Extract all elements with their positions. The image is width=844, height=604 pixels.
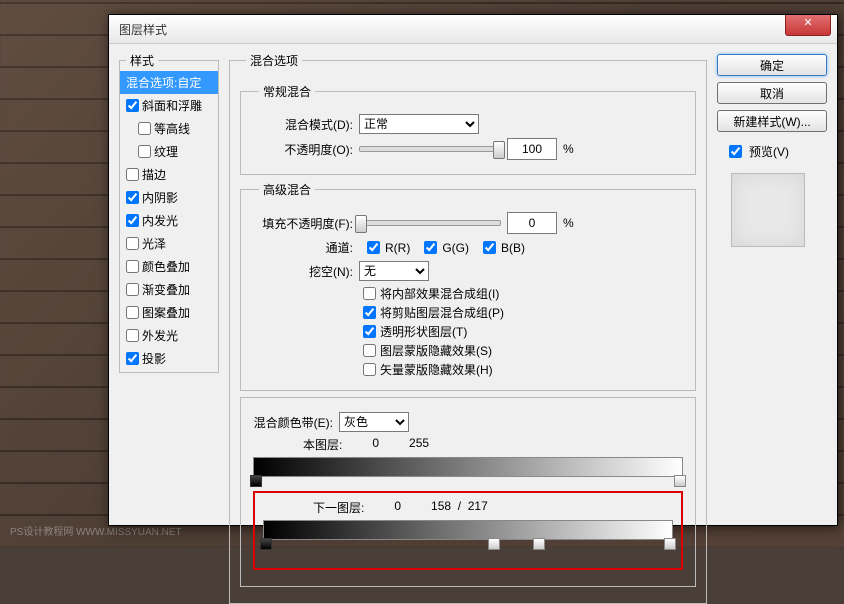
opacity-slider[interactable] xyxy=(359,146,501,152)
style-check-5[interactable] xyxy=(126,191,139,204)
fill-opacity-label: 填充不透明度(F): xyxy=(253,215,353,232)
this-layer-gradient[interactable] xyxy=(253,457,683,477)
new-style-button[interactable]: 新建样式(W)... xyxy=(717,110,827,132)
layer-style-dialog: 图层样式 ✕ 样式 混合选项:自定斜面和浮雕等高线纹理描边内阴影内发光光泽颜色叠… xyxy=(108,14,838,526)
adv-check-row-4: 矢量蒙版隐藏效果(H) xyxy=(363,361,683,378)
blend-mode-label: 混合模式(D): xyxy=(253,116,353,133)
dialog-title: 图层样式 xyxy=(119,21,167,38)
style-item-10[interactable]: 图案叠加 xyxy=(120,301,218,324)
styles-panel: 样式 混合选项:自定斜面和浮雕等高线纹理描边内阴影内发光光泽颜色叠加渐变叠加图案… xyxy=(119,52,219,518)
preview-swatch xyxy=(731,173,805,247)
adv-check-row-2: 透明形状图层(T) xyxy=(363,323,683,340)
style-check-2[interactable] xyxy=(138,122,151,135)
close-button[interactable]: ✕ xyxy=(785,15,831,36)
adv-check-3[interactable] xyxy=(363,344,376,357)
highlight-box: 下一图层: 0 158 / 217 xyxy=(253,491,683,570)
style-list: 混合选项:自定斜面和浮雕等高线纹理描边内阴影内发光光泽颜色叠加渐变叠加图案叠加外… xyxy=(120,69,218,372)
knockout-label: 挖空(N): xyxy=(253,263,353,280)
style-item-0[interactable]: 混合选项:自定 xyxy=(120,71,218,94)
fill-opacity-input[interactable] xyxy=(507,212,557,234)
preview-label: 预览(V) xyxy=(749,143,789,160)
style-check-4[interactable] xyxy=(126,168,139,181)
blend-if-select[interactable]: 灰色 xyxy=(339,412,409,432)
style-check-8[interactable] xyxy=(126,260,139,273)
adv-check-4[interactable] xyxy=(363,363,376,376)
style-check-1[interactable] xyxy=(126,99,139,112)
style-item-7[interactable]: 光泽 xyxy=(120,232,218,255)
style-check-3[interactable] xyxy=(138,145,151,158)
percent-1: % xyxy=(563,142,574,156)
cancel-button[interactable]: 取消 xyxy=(717,82,827,104)
preview-check[interactable] xyxy=(729,145,742,158)
percent-2: % xyxy=(563,216,574,230)
fill-opacity-slider[interactable] xyxy=(359,220,501,226)
style-check-9[interactable] xyxy=(126,283,139,296)
adv-check-row-0: 将内部效果混合成组(I) xyxy=(363,285,683,302)
style-item-9[interactable]: 渐变叠加 xyxy=(120,278,218,301)
adv-check-2[interactable] xyxy=(363,325,376,338)
advanced-legend: 高级混合 xyxy=(259,181,315,198)
styles-legend: 样式 xyxy=(126,52,158,69)
style-item-1[interactable]: 斜面和浮雕 xyxy=(120,94,218,117)
this-layer-high: 255 xyxy=(409,436,429,453)
adv-check-1[interactable] xyxy=(363,306,376,319)
blend-if-label: 混合颜色带(E): xyxy=(253,414,333,431)
channel-r-check[interactable] xyxy=(367,241,380,254)
ok-button[interactable]: 确定 xyxy=(717,54,827,76)
channel-b-check[interactable] xyxy=(483,241,496,254)
opacity-input[interactable] xyxy=(507,138,557,160)
this-layer-low: 0 xyxy=(372,436,379,453)
style-item-5[interactable]: 内阴影 xyxy=(120,186,218,209)
style-check-6[interactable] xyxy=(126,214,139,227)
under-layer-gradient[interactable] xyxy=(263,520,673,540)
channel-g-check[interactable] xyxy=(424,241,437,254)
style-item-8[interactable]: 颜色叠加 xyxy=(120,255,218,278)
style-item-3[interactable]: 纹理 xyxy=(120,140,218,163)
adv-check-row-3: 图层蒙版隐藏效果(S) xyxy=(363,342,683,359)
under-layer-low: 0 xyxy=(394,499,401,516)
style-check-11[interactable] xyxy=(126,329,139,342)
opacity-label: 不透明度(O): xyxy=(253,141,353,158)
style-item-4[interactable]: 描边 xyxy=(120,163,218,186)
center-panel: 混合选项 常规混合 混合模式(D): 正常 不透明度(O): % 高级混合 xyxy=(229,52,707,518)
under-layer-label: 下一图层: xyxy=(313,499,364,516)
style-item-6[interactable]: 内发光 xyxy=(120,209,218,232)
general-legend: 常规混合 xyxy=(259,83,315,100)
style-item-12[interactable]: 投影 xyxy=(120,347,218,370)
knockout-select[interactable]: 无 xyxy=(359,261,429,281)
style-check-10[interactable] xyxy=(126,306,139,319)
this-layer-label: 本图层: xyxy=(303,436,342,453)
options-legend: 混合选项 xyxy=(246,52,302,69)
adv-check-0[interactable] xyxy=(363,287,376,300)
right-panel: 确定 取消 新建样式(W)... 预览(V) xyxy=(717,52,827,518)
style-check-7[interactable] xyxy=(126,237,139,250)
titlebar[interactable]: 图层样式 ✕ xyxy=(109,15,837,44)
blend-mode-select[interactable]: 正常 xyxy=(359,114,479,134)
channels-label: 通道: xyxy=(253,239,353,256)
style-item-11[interactable]: 外发光 xyxy=(120,324,218,347)
style-item-2[interactable]: 等高线 xyxy=(120,117,218,140)
adv-check-row-1: 将剪贴图层混合成组(P) xyxy=(363,304,683,321)
style-check-12[interactable] xyxy=(126,352,139,365)
